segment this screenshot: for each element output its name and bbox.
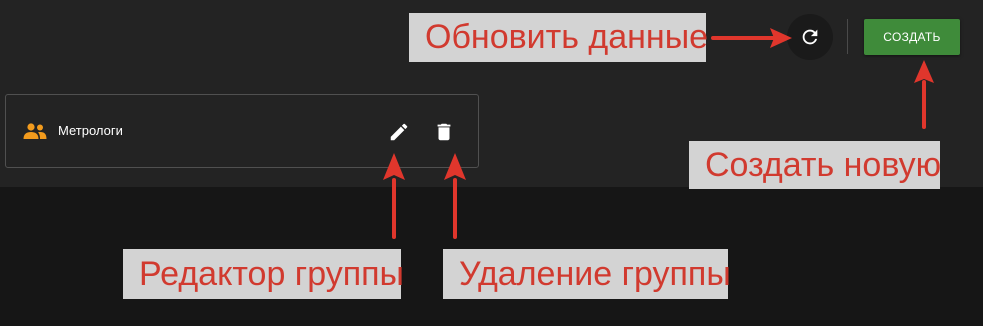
edit-group-button[interactable]: [388, 121, 410, 143]
create-callout-text: Создать новую: [705, 145, 942, 184]
trash-icon: [437, 123, 451, 141]
create-button-label: СОЗДАТЬ: [883, 30, 941, 44]
edit-callout: Редактор группы: [123, 249, 404, 299]
pencil-icon: [390, 123, 408, 141]
delete-callout-text: Удаление группы: [459, 254, 731, 293]
group-card[interactable]: Метрологи: [5, 94, 479, 168]
refresh-callout: Обновить данные: [409, 13, 709, 62]
delete-callout: Удаление группы: [443, 249, 731, 299]
edit-callout-text: Редактор группы: [139, 254, 404, 293]
create-button[interactable]: СОЗДАТЬ: [864, 19, 960, 55]
refresh-button[interactable]: [787, 14, 833, 60]
group-name: Метрологи: [58, 123, 123, 138]
refresh-callout-text: Обновить данные: [425, 18, 709, 56]
refresh-icon: [802, 29, 818, 45]
group-icon: [23, 123, 47, 139]
create-callout: Создать новую: [689, 141, 942, 189]
delete-group-button[interactable]: [433, 121, 455, 143]
toolbar-divider: [847, 19, 848, 54]
